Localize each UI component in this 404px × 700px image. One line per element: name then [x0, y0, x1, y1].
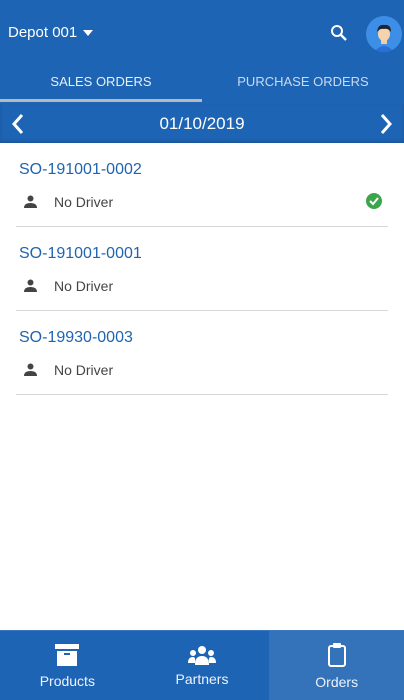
avatar[interactable]	[366, 16, 402, 52]
order-item[interactable]: SO-19930-0003 No Driver	[16, 311, 388, 395]
order-list: SO-191001-0002 No Driver SO-191001-0001 …	[0, 143, 404, 395]
order-item[interactable]: SO-191001-0001 No Driver	[16, 227, 388, 311]
order-item[interactable]: SO-191001-0002 No Driver	[16, 143, 388, 227]
nav-label: Partners	[175, 670, 229, 687]
chevron-left-icon[interactable]	[10, 112, 26, 136]
tab-purchase-orders[interactable]: PURCHASE ORDERS	[202, 66, 404, 102]
clipboard-icon	[327, 642, 346, 667]
caret-down-icon	[83, 29, 94, 36]
archive-box-icon	[55, 643, 80, 666]
people-icon	[188, 645, 216, 665]
order-code[interactable]: SO-191001-0001	[19, 245, 142, 263]
nav-orders[interactable]: Orders	[269, 631, 404, 700]
nav-partners[interactable]: Partners	[135, 631, 270, 700]
order-code[interactable]: SO-19930-0003	[19, 329, 133, 347]
depot-label: Depot 001	[8, 24, 78, 41]
current-date: 01/10/2019	[159, 114, 245, 133]
tab-sales-orders[interactable]: SALES ORDERS	[0, 66, 202, 102]
driver-label: No Driver	[54, 278, 114, 294]
depot-selector[interactable]: Depot 001	[8, 24, 94, 41]
person-icon	[24, 363, 37, 376]
order-code[interactable]: SO-191001-0002	[19, 161, 142, 179]
person-icon	[24, 279, 37, 292]
app-header: Depot 001 SALES ORDERS PURCHASE ORDERS 0…	[0, 0, 404, 143]
nav-label: Orders	[315, 673, 359, 690]
nav-products[interactable]: Products	[0, 631, 135, 700]
date-bar: 01/10/2019	[0, 104, 404, 143]
search-icon[interactable]	[330, 24, 348, 42]
driver-label: No Driver	[54, 362, 114, 378]
bottom-nav: Products Partners Orders	[0, 630, 404, 700]
driver-label: No Driver	[54, 194, 114, 210]
person-icon	[24, 195, 37, 208]
chevron-right-icon[interactable]	[378, 112, 394, 136]
check-circle-icon	[366, 193, 382, 209]
nav-label: Products	[39, 672, 95, 689]
